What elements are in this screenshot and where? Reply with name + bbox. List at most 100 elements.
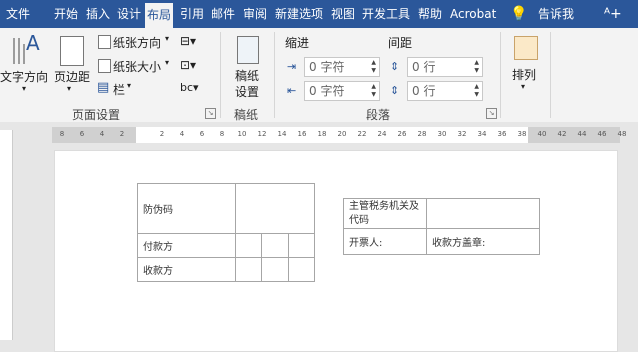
tab-new-options[interactable]: 新建选项 [275, 0, 323, 28]
ruler-tick-label: 48 [617, 130, 627, 138]
page-setup-group-label: 页面设置 [72, 108, 121, 122]
lightbulb-icon: 💡 [510, 6, 528, 22]
indent-right-stepper[interactable]: 0 字符 ▲ ▼ [304, 81, 380, 101]
ruler-tick-label: 32 [457, 130, 467, 138]
table-cell[interactable] [235, 257, 263, 282]
spacing-before-stepper[interactable]: 0 行 ▲ ▼ [407, 57, 483, 77]
hyphenation-icon[interactable]: bc▾ [180, 81, 199, 94]
spacing-after-icon: ⇕ [390, 84, 400, 97]
paragraph-group-label: 段落 [366, 108, 391, 122]
table-cell[interactable] [261, 233, 289, 258]
ruler-tick-label: 8 [219, 130, 225, 138]
chevron-down-icon: ▾ [165, 58, 170, 67]
payee-seal-label: 收款方盖章: [426, 228, 540, 255]
tell-me-search[interactable]: 告诉我 [538, 0, 574, 28]
paragraph-launcher-icon[interactable]: ↘ [486, 108, 497, 119]
orientation-button[interactable]: 纸张方向 [113, 34, 161, 51]
table-cell[interactable] [287, 233, 316, 258]
table-cell[interactable] [235, 233, 263, 258]
ruler-tick-label: 36 [497, 130, 507, 138]
arrange-icon [514, 36, 538, 60]
paper-size-icon [98, 59, 111, 73]
breaks-icon[interactable]: ⊟▾ [180, 34, 196, 48]
ruler-tick-label: 10 [237, 130, 247, 138]
ruler-tick-label: 22 [357, 130, 367, 138]
ruler-tick-label: 4 [179, 130, 185, 138]
ruler-tick-label: 12 [257, 130, 267, 138]
spacing-after-stepper[interactable]: 0 行 ▲ ▼ [407, 81, 483, 101]
table-cell[interactable] [426, 198, 540, 229]
ruler-tick-label: 44 [577, 130, 587, 138]
anti-fake-code-label: 防伪码 [136, 183, 237, 234]
ruler-tick-label: 14 [277, 130, 287, 138]
group-divider [500, 32, 501, 118]
invoice-table-right: 主管税务机关及代码 开票人: 收款方盖章: [343, 198, 540, 255]
manuscript-settings-button[interactable]: 稿纸 设置 [235, 68, 259, 100]
paper-size-button[interactable]: 纸张大小 [113, 58, 161, 75]
ruler-tick-label: 20 [337, 130, 347, 138]
tax-office-label: 主管税务机关及代码 [343, 198, 427, 229]
tab-acrobat[interactable]: Acrobat [450, 0, 496, 28]
table-cell[interactable] [235, 183, 315, 234]
manuscript-icon [237, 36, 259, 64]
page-setup-launcher-icon[interactable]: ↘ [205, 108, 216, 119]
margins-icon [60, 36, 84, 66]
tab-home[interactable]: 开始 [54, 0, 78, 28]
indent-right-icon: ⇤ [287, 84, 297, 97]
chevron-down-icon: ▾ [67, 84, 72, 93]
table-cell[interactable] [287, 257, 316, 282]
text-direction-button[interactable]: 文字方向 [0, 68, 48, 85]
margins-button[interactable]: 页边距 [54, 68, 90, 85]
group-divider [274, 32, 275, 118]
ruler-tick-label: 6 [79, 130, 85, 138]
invoice-table-left: 防伪码 付款方 收款方 [136, 183, 316, 282]
ruler-tick-label: 40 [537, 130, 547, 138]
drawer-label: 开票人: [343, 228, 427, 255]
tab-file[interactable]: 文件 [6, 0, 30, 28]
svg-text:A: A [26, 32, 40, 55]
ruler-tick-label: 18 [317, 130, 327, 138]
ruler-tick-label: 42 [557, 130, 567, 138]
ruler-tick-label: 34 [477, 130, 487, 138]
tab-references[interactable]: 引用 [180, 0, 204, 28]
ruler-tick-label: 2 [159, 130, 165, 138]
manuscript-group-label: 稿纸 [234, 108, 259, 122]
tab-mailings[interactable]: 邮件 [211, 0, 235, 28]
indent-left-icon: ⇥ [287, 60, 297, 73]
share-user-icon[interactable]: ᴬ+ [604, 0, 622, 28]
payee-label: 收款方 [136, 257, 237, 282]
ruler-tick-label: 4 [99, 130, 105, 138]
columns-icon: ▤ [97, 80, 110, 95]
payer-label: 付款方 [136, 233, 237, 258]
tab-review[interactable]: 审阅 [243, 0, 267, 28]
columns-button[interactable]: 栏 [113, 81, 125, 98]
tab-insert[interactable]: 插入 [86, 0, 110, 28]
tab-design[interactable]: 设计 [117, 0, 141, 28]
ruler-tick-label: 46 [597, 130, 607, 138]
tab-view[interactable]: 视图 [331, 0, 355, 28]
ribbon-layout: A 文字方向 ▾ 页边距 ▾ 纸张方向 ▾ 纸张大小 ▾ ▤ 栏 ▾ ⊟▾ ⊡▾… [0, 28, 638, 123]
ruler-tick-label: 38 [517, 130, 527, 138]
arrange-button[interactable]: 排列 [512, 66, 536, 83]
tab-help[interactable]: 帮助 [418, 0, 442, 28]
ribbon-tab-bar: 文件 开始 插入 设计 布局 引用 邮件 审阅 新建选项 视图 开发工具 帮助 … [0, 0, 638, 28]
indent-left-stepper[interactable]: 0 字符 ▲ ▼ [304, 57, 380, 77]
ruler-tick-label: 2 [119, 130, 125, 138]
group-divider [220, 32, 221, 118]
horizontal-ruler[interactable]: 8 6 4 2 2 4 6 8 10 12 14 16 18 20 22 24 26 28 30 32 34 36 38 40… [52, 127, 626, 143]
ruler-tick-label: 24 [377, 130, 387, 138]
table-cell[interactable] [261, 257, 289, 282]
text-direction-icon: A [13, 32, 40, 64]
ruler-tick-label: 26 [397, 130, 407, 138]
ruler-tick-label: 8 [59, 130, 65, 138]
orientation-icon [98, 35, 111, 49]
spacing-before-icon: ⇕ [390, 60, 400, 73]
tab-developer[interactable]: 开发工具 [362, 0, 410, 28]
ruler-tick-label: 16 [297, 130, 307, 138]
chevron-down-icon: ▾ [165, 34, 170, 43]
line-numbers-icon[interactable]: ⊡▾ [180, 58, 196, 72]
tab-layout[interactable]: 布局 [145, 3, 174, 28]
ruler-tick-label: 6 [199, 130, 205, 138]
spacing-title: 间距 [388, 36, 413, 50]
ruler-tick-label: 28 [417, 130, 427, 138]
